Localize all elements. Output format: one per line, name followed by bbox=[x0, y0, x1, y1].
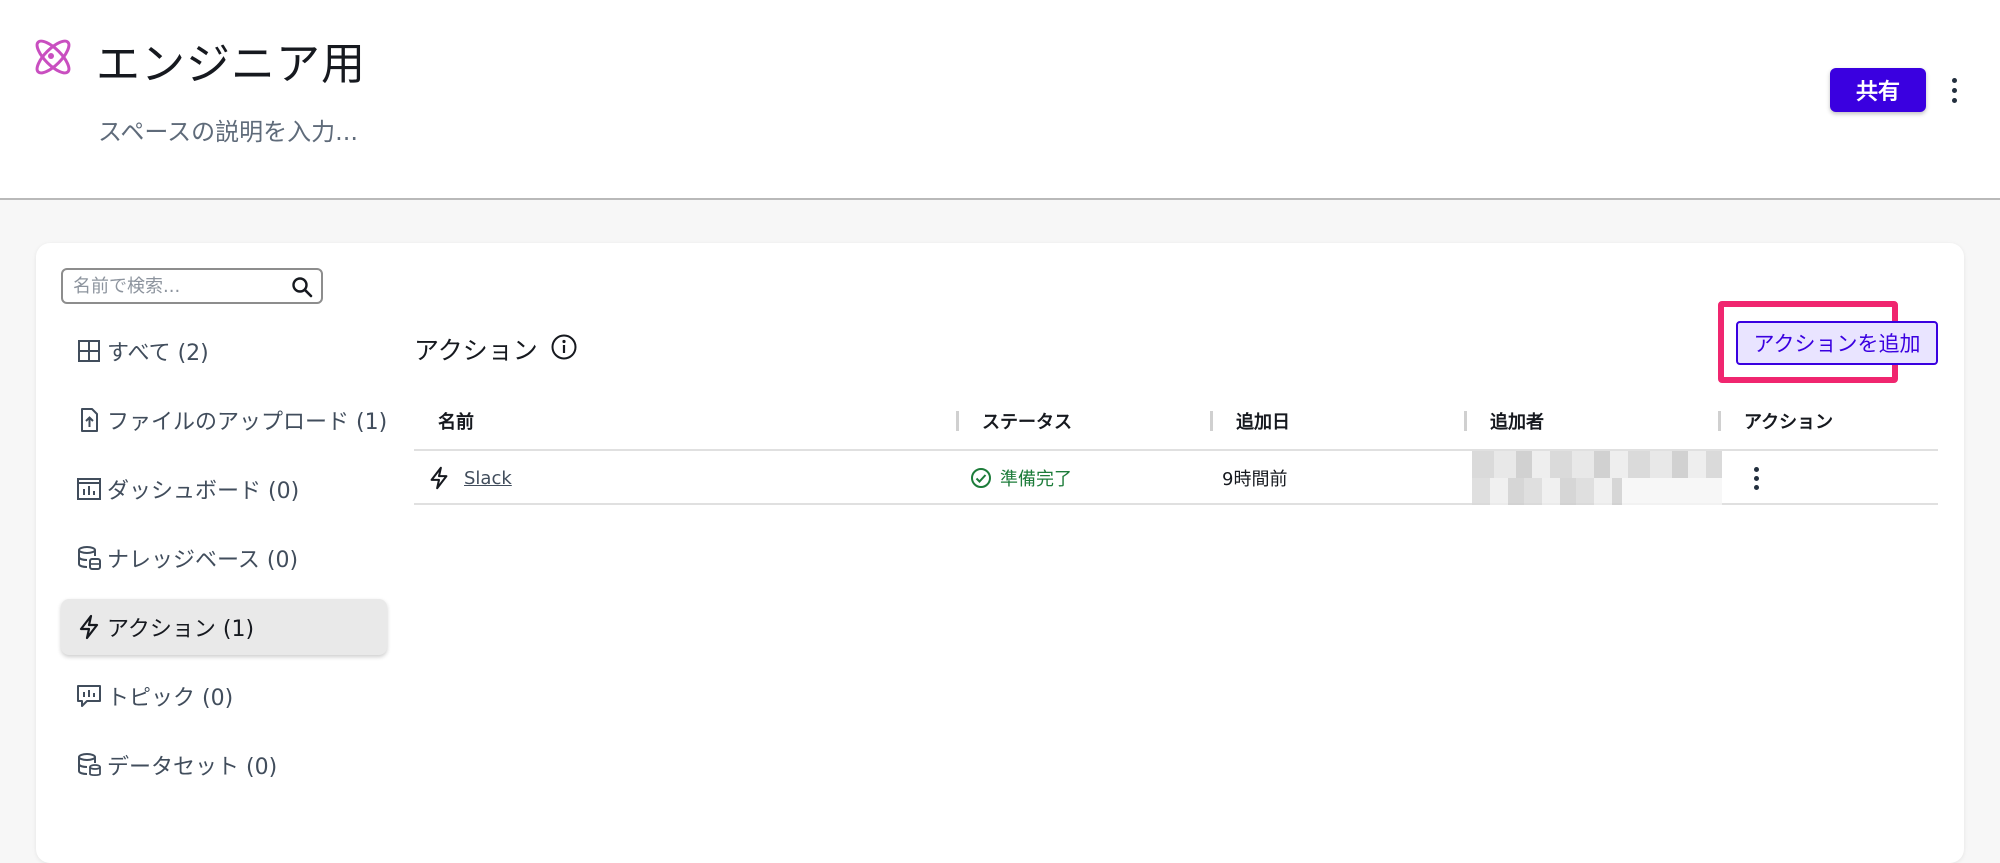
more-options-icon[interactable] bbox=[1942, 72, 1966, 108]
sidebar-item-label: ダッシュボード (0) bbox=[107, 479, 300, 504]
sidebar-item-label: データセット (0) bbox=[107, 755, 278, 780]
space-header: エンジニア用 スペースの説明を入力... 共有 bbox=[0, 0, 2000, 200]
sidebar-item-label: アクション (1) bbox=[107, 617, 255, 642]
column-resizer[interactable] bbox=[1464, 411, 1467, 431]
column-resizer[interactable] bbox=[1210, 411, 1213, 431]
sidebar-item-label: ファイルのアップロード (1) bbox=[107, 410, 388, 435]
column-header-actions: アクション bbox=[1744, 412, 1834, 433]
column-header-name[interactable]: 名前 bbox=[438, 391, 474, 451]
dashboard-icon bbox=[77, 478, 101, 500]
lightning-icon bbox=[430, 466, 448, 490]
check-circle-icon bbox=[971, 468, 991, 488]
lightning-icon bbox=[79, 614, 99, 640]
share-button[interactable]: 共有 bbox=[1830, 68, 1926, 112]
search-box[interactable] bbox=[61, 268, 323, 304]
row-actions-icon[interactable] bbox=[1744, 451, 1768, 505]
search-input[interactable] bbox=[73, 274, 283, 298]
sidebar-item-topics[interactable]: トピック (0) bbox=[61, 668, 387, 724]
space-description[interactable]: スペースの説明を入力... bbox=[98, 112, 358, 147]
table-header: 名前 ステータス 追加日 追加者 アクション bbox=[414, 391, 1938, 451]
column-header-status[interactable]: ステータス bbox=[982, 391, 1072, 451]
file-upload-icon bbox=[81, 408, 98, 432]
redacted-added-by bbox=[1472, 451, 1722, 505]
add-action-button[interactable]: アクションを追加 bbox=[1736, 321, 1938, 365]
column-header-added-date[interactable]: 追加日 bbox=[1236, 391, 1290, 451]
sidebar-item-datasets[interactable]: データセット (0) bbox=[61, 737, 387, 793]
status-cell: 準備完了 bbox=[970, 451, 1072, 505]
sidebar-item-all[interactable]: すべて (2) bbox=[61, 323, 387, 379]
name-cell: Slack bbox=[426, 451, 512, 505]
column-header-added-by[interactable]: 追加者 bbox=[1490, 391, 1544, 451]
info-icon[interactable] bbox=[550, 333, 578, 361]
atom-icon bbox=[35, 39, 71, 75]
section-title: アクション bbox=[414, 336, 538, 365]
column-resizer[interactable] bbox=[1718, 411, 1721, 431]
sidebar-item-file-upload[interactable]: ファイルのアップロード (1) bbox=[61, 392, 387, 448]
sidebar-nav: すべて (2) ファイルのアップロード (1) ダッシュボード (0) ナレッジ… bbox=[61, 323, 387, 806]
dataset-icon bbox=[78, 753, 101, 777]
sidebar-item-dashboard[interactable]: ダッシュボード (0) bbox=[61, 461, 387, 517]
sidebar-item-knowledge-base[interactable]: ナレッジベース (0) bbox=[61, 530, 387, 586]
search-icon[interactable] bbox=[291, 276, 313, 298]
topic-icon bbox=[77, 685, 101, 707]
actions-table: 名前 ステータス 追加日 追加者 アクション Slack 準備完了 9時間前 bbox=[414, 391, 1938, 505]
grid-icon bbox=[78, 340, 100, 362]
content-panel: すべて (2) ファイルのアップロード (1) ダッシュボード (0) bbox=[36, 243, 1964, 863]
table-row: Slack 準備完了 9時間前 bbox=[414, 451, 1938, 505]
sidebar-item-label: すべて (2) bbox=[107, 341, 209, 366]
column-resizer[interactable] bbox=[956, 411, 959, 431]
status-badge: 準備完了 bbox=[1000, 469, 1072, 490]
added-date-cell: 9時間前 bbox=[1222, 469, 1288, 490]
sidebar-item-label: ナレッジベース (0) bbox=[107, 548, 299, 573]
sidebar-item-actions[interactable]: アクション (1) bbox=[61, 599, 387, 655]
database-icon bbox=[78, 546, 101, 570]
space-title[interactable]: エンジニア用 bbox=[96, 28, 366, 92]
action-name-link[interactable]: Slack bbox=[464, 468, 512, 489]
sidebar-item-label: トピック (0) bbox=[107, 686, 234, 711]
